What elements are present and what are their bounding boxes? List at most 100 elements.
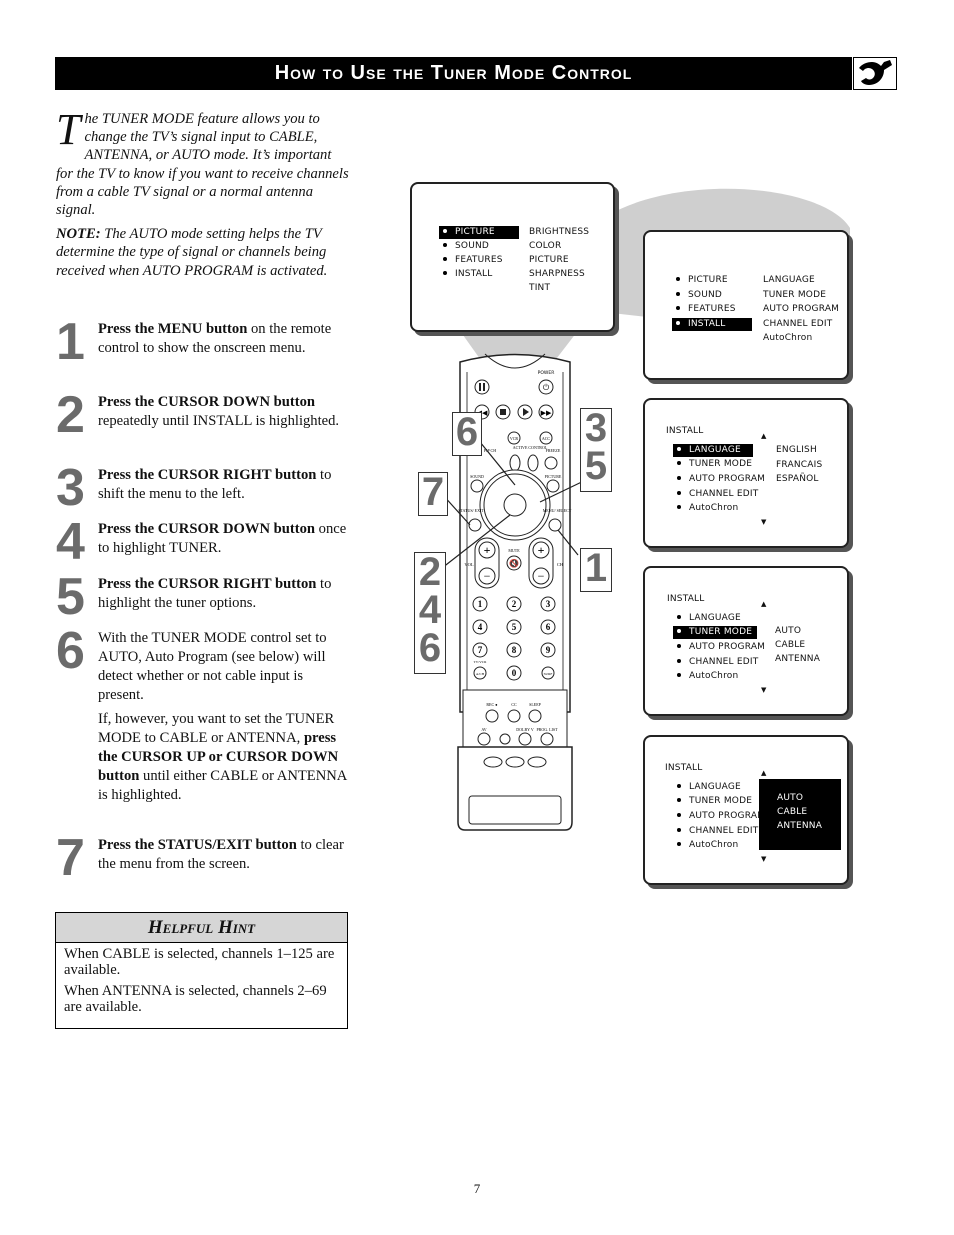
step-number: 2 [56, 386, 85, 444]
scroll-up-icon: ▲ [761, 600, 767, 608]
hint-body: When CABLE is selected, channels 1–125 a… [56, 943, 347, 1025]
option-antenna[interactable]: ANTENNA [777, 820, 822, 833]
step-text: Press the CURSOR DOWN button repeatedly … [98, 393, 350, 431]
install-item-language[interactable]: LANGUAGE [673, 444, 753, 457]
drawer-button-center[interactable] [505, 756, 525, 768]
step-detail: If, however, you want to set the TUNER M… [98, 710, 350, 805]
submenu-auto-program[interactable]: AUTO PROGRAM [763, 303, 839, 316]
tv-screen-tuner-options: INSTALL ▲ LANGUAGE TUNER MODE AUTO PROGR… [643, 735, 849, 885]
screen-title: INSTALL [665, 763, 703, 773]
prog-list-button[interactable] [540, 732, 554, 746]
menu-item-sound[interactable]: SOUND [439, 240, 489, 253]
install-item-autochron[interactable]: AutoChron [673, 670, 738, 683]
hint-line: When ANTENNA is selected, channels 2–69 … [64, 983, 327, 1015]
submenu-language[interactable]: LANGUAGE [763, 274, 815, 287]
option-espanol[interactable]: ESPAÑOL [776, 473, 819, 486]
option-francais[interactable]: FRANCAIS [776, 459, 822, 472]
menu-item-picture[interactable]: PICTURE [439, 226, 519, 239]
step-detail: repeatedly until INSTALL is highlighted. [98, 413, 340, 429]
option-cable[interactable]: CABLE [777, 806, 807, 819]
intro-paragraph: The TUNER MODE feature allows you to cha… [56, 108, 352, 219]
step-number: 1 [56, 313, 85, 371]
callout-step-2-4-6: 2 4 6 [414, 552, 446, 674]
menu-item-install[interactable]: INSTALL [439, 268, 492, 281]
step-action: Press the CURSOR RIGHT button [98, 576, 317, 592]
note-label: NOTE: [56, 226, 101, 243]
callout-step-7: 7 [418, 472, 448, 516]
drawer-button-right[interactable] [527, 756, 547, 768]
option-antenna[interactable]: ANTENNA [775, 653, 820, 666]
menu-item-features[interactable]: FEATURES [439, 254, 503, 267]
options-highlight-panel: AUTO CABLE ANTENNA [759, 779, 841, 850]
scroll-down-icon: ▼ [761, 855, 767, 863]
menu-item-features[interactable]: FEATURES [672, 303, 736, 316]
install-item-autochron[interactable]: AutoChron [673, 839, 738, 852]
step-action: Press the CURSOR RIGHT button [98, 467, 317, 483]
install-item-language[interactable]: LANGUAGE [673, 612, 741, 625]
callout-step-1: 1 [580, 548, 612, 592]
wrench-icon [859, 60, 892, 85]
step-action: Press the CURSOR DOWN button [98, 521, 316, 537]
screen-title: INSTALL [667, 594, 705, 604]
menu-item-picture[interactable]: PICTURE [672, 274, 728, 287]
intro: The TUNER MODE feature allows you to cha… [56, 108, 352, 286]
install-item-tuner-mode[interactable]: TUNER MODE [673, 626, 757, 639]
option-cable[interactable]: CABLE [775, 639, 805, 652]
menu-item-install[interactable]: INSTALL [672, 318, 752, 331]
screen-title: INSTALL [666, 426, 704, 436]
step-number: 7 [56, 829, 85, 887]
hint-line: When CABLE is selected, channels 1–125 a… [64, 946, 335, 978]
prog-list-label: PROG. LIST [536, 727, 558, 732]
submenu-brightness[interactable]: BRIGHTNESS [529, 226, 589, 239]
dolby-button[interactable] [518, 732, 532, 746]
step-number: 4 [56, 513, 85, 571]
page-number: 7 [473, 1181, 481, 1196]
submenu-autochron[interactable]: AutoChron [763, 332, 812, 345]
intro-text: he TUNER MODE feature allows you to chan… [56, 111, 349, 219]
step-action: Press the STATUS/EXIT button [98, 837, 297, 853]
step-action: Press the CURSOR DOWN button [98, 394, 316, 410]
callout-step-3-5: 3 5 [580, 408, 612, 492]
dolby-eq-button[interactable] [499, 733, 511, 745]
install-item-channel-edit[interactable]: CHANNEL EDIT [673, 656, 758, 669]
submenu-sharpness[interactable]: SHARPNESS [529, 268, 585, 281]
sleep-button[interactable] [528, 709, 542, 723]
submenu-picture[interactable]: PICTURE [529, 254, 569, 267]
cc-button[interactable] [507, 709, 521, 723]
scroll-down-icon: ▼ [761, 686, 767, 694]
tv-screen-main-menu: PICTURE SOUND FEATURES INSTALL BRIGHTNES… [410, 182, 615, 332]
hint-title: Helpful Hint [56, 913, 347, 943]
scroll-up-icon: ▲ [761, 432, 767, 440]
drawer-button-left[interactable] [483, 756, 503, 768]
cc-label: CC [511, 702, 517, 707]
av-label: AV [481, 727, 486, 732]
install-item-language[interactable]: LANGUAGE [673, 781, 741, 794]
option-english[interactable]: ENGLISH [776, 444, 817, 457]
submenu-tint[interactable]: TINT [529, 282, 550, 295]
option-auto[interactable]: AUTO [777, 792, 803, 805]
submenu-color[interactable]: COLOR [529, 240, 561, 253]
step-detail-part: If, however, you want to set the TUNER M… [98, 711, 335, 746]
scroll-up-icon: ▲ [761, 769, 767, 777]
sleep-label: SLEEP [529, 702, 542, 707]
option-auto[interactable]: AUTO [775, 625, 801, 638]
install-item-auto-program[interactable]: AUTO PROGRAM [673, 473, 765, 486]
install-item-tuner-mode[interactable]: TUNER MODE [673, 458, 752, 471]
step-text: Press the CURSOR RIGHT button to shift t… [98, 466, 350, 504]
install-item-channel-edit[interactable]: CHANNEL EDIT [673, 488, 758, 501]
helpful-hint: Helpful Hint When CABLE is selected, cha… [55, 912, 348, 1029]
step-text: Press the MENU button on the remote cont… [98, 320, 350, 358]
rec-button[interactable] [485, 709, 499, 723]
install-item-auto-program[interactable]: AUTO PROGRAM [673, 641, 765, 654]
step-number: 6 [56, 622, 85, 680]
submenu-channel-edit[interactable]: CHANNEL EDIT [763, 318, 832, 331]
install-item-auto-program[interactable]: AUTO PROGRAM [673, 810, 765, 823]
submenu-tuner-mode[interactable]: TUNER MODE [763, 289, 826, 302]
install-item-autochron[interactable]: AutoChron [673, 502, 738, 515]
install-item-tuner-mode[interactable]: TUNER MODE [673, 795, 752, 808]
menu-item-sound[interactable]: SOUND [672, 289, 722, 302]
scroll-down-icon: ▼ [761, 518, 767, 526]
install-item-channel-edit[interactable]: CHANNEL EDIT [673, 825, 758, 838]
av-button[interactable] [477, 732, 491, 746]
step-detail: With the TUNER MODE control set to AUTO,… [98, 630, 327, 703]
